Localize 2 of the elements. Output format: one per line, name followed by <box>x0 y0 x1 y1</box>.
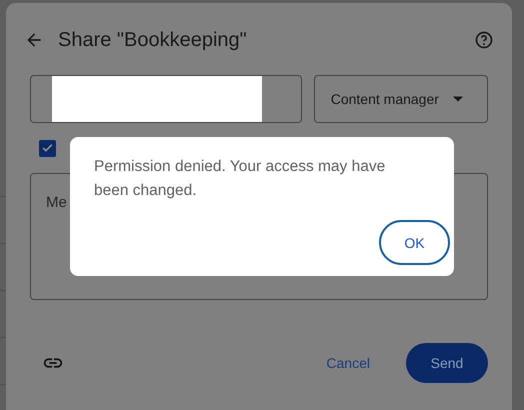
alert-message: Permission denied. Your access may have been changed. <box>94 157 386 201</box>
dialog-title: Share "Bookkeeping" <box>58 28 248 52</box>
